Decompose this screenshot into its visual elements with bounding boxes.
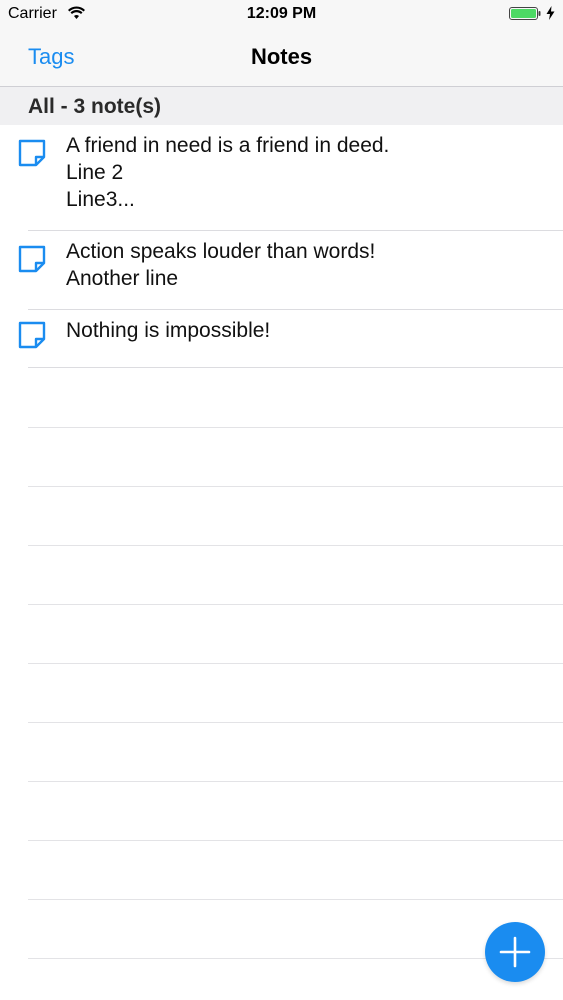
notes-screen: Carrier 12:09 PM Tags Notes All - 3 note… — [0, 0, 563, 1000]
navigation-bar: Tags Notes — [0, 30, 563, 87]
empty-row-separator — [28, 840, 563, 841]
note-icon — [18, 321, 46, 349]
note-text: Nothing is impossible! — [66, 319, 271, 342]
note-text: Action speaks louder than words! Another… — [66, 240, 376, 290]
tags-button[interactable]: Tags — [28, 44, 74, 70]
add-note-button[interactable] — [485, 922, 545, 982]
empty-row-separator — [28, 663, 563, 664]
empty-row-separator — [28, 604, 563, 605]
section-header-label: All - 3 note(s) — [28, 95, 162, 118]
note-text: A friend in need is a friend in deed. Li… — [66, 134, 390, 211]
note-icon — [18, 245, 46, 273]
note-icon — [18, 139, 46, 167]
empty-row-separator — [28, 722, 563, 723]
empty-row-separator — [28, 781, 563, 782]
page-title: Notes — [250, 44, 313, 69]
status-time: 12:09 PM — [246, 5, 317, 22]
note-row[interactable]: A friend in need is a friend in deed. Li… — [0, 125, 563, 231]
plus-icon — [499, 936, 531, 968]
battery-icon — [509, 7, 541, 20]
empty-row-separator — [28, 545, 563, 546]
charging-bolt-icon — [546, 6, 555, 20]
empty-row-separator — [28, 899, 563, 900]
empty-row-separator — [28, 427, 563, 428]
note-row[interactable]: Nothing is impossible! — [0, 310, 563, 368]
note-row[interactable]: Action speaks louder than words! Another… — [0, 231, 563, 310]
empty-row-separator — [28, 958, 563, 959]
empty-rows — [0, 368, 563, 1000]
status-bar: Carrier 12:09 PM — [0, 0, 563, 30]
empty-row-separator — [28, 486, 563, 487]
notes-list: A friend in need is a friend in deed. Li… — [0, 125, 563, 368]
section-header: All - 3 note(s) — [0, 87, 563, 125]
